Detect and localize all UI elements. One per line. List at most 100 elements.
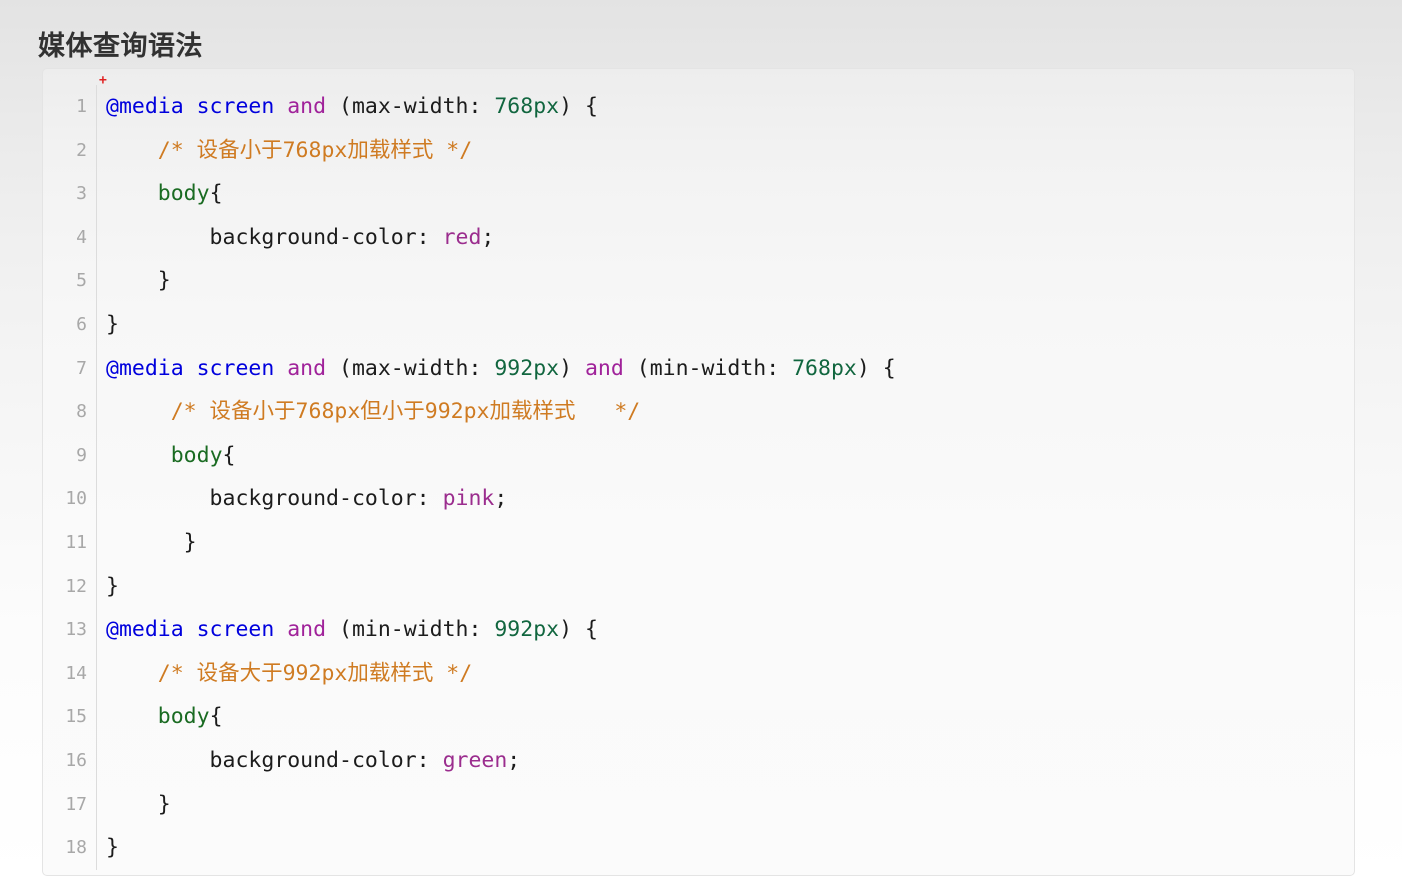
code-token: { (209, 704, 223, 730)
line-number: 18 (65, 837, 87, 859)
code-line: 16 background-color: green; (43, 738, 1354, 783)
code-line: 9 body{ (43, 433, 1354, 478)
line-number: 16 (65, 749, 87, 771)
line-number: 5 (76, 270, 87, 292)
code-token: (max-width: (326, 94, 495, 119)
code-token: : (416, 486, 443, 512)
code-line: 15 body{ (43, 695, 1354, 739)
code-token: body (170, 442, 223, 468)
code-line: 18} (43, 826, 1354, 870)
code-line-text[interactable]: /* 设备大于992px加载样式 */ (96, 651, 1354, 696)
code-token: and (287, 94, 327, 119)
code-token: ) { (559, 617, 598, 643)
code-token: (min-width: (623, 355, 793, 381)
code-token: red (442, 224, 482, 250)
code-line: 10 background-color: pink; (43, 477, 1354, 521)
code-token: ; (481, 224, 495, 250)
code-token: /* 设备小于768px加载样式 */ (106, 137, 473, 163)
code-token: /* 设备大于992px加载样式 */ (106, 660, 473, 686)
code-line: 11 } (43, 520, 1354, 565)
code-token: 992px (494, 355, 560, 381)
code-line-text[interactable]: } (96, 564, 1354, 609)
code-line-text[interactable]: } (96, 782, 1354, 827)
page-title: 媒体查询语法 (38, 31, 203, 62)
line-number: 12 (65, 575, 87, 597)
code-token: pink (442, 486, 495, 512)
code-block-panel: + 1 @media screen and (max-width: 768px) … (42, 68, 1355, 876)
code-line-text[interactable]: body{ (96, 433, 1354, 478)
code-token: /* 设备小于768px但小于992px加载样式 */ (106, 399, 641, 425)
line-number: 3 (76, 183, 87, 205)
code-line: 1 @media screen and (max-width: 768px) { (43, 85, 1354, 129)
line-number: 10 (65, 488, 87, 510)
code-line: 5 } (43, 259, 1354, 303)
code-line-text[interactable]: body{ (96, 172, 1354, 216)
code-token: body (157, 704, 210, 730)
line-number: 14 (65, 662, 87, 684)
code-line: 7 @media screen and (max-width: 992px) an… (43, 346, 1354, 391)
code-token: { (209, 181, 223, 207)
code-token: { (222, 442, 236, 468)
code-line-text[interactable]: body{ (96, 695, 1354, 739)
code-line: 13 @media screen and (min-width: 992px) { (43, 608, 1354, 652)
code-token: background-color (106, 224, 417, 250)
code-line: 4 background-color: red; (43, 215, 1354, 260)
code-token: } (106, 311, 119, 337)
code-token: } (106, 835, 119, 861)
code-line-text[interactable]: /* 设备小于768px加载样式 */ (96, 128, 1354, 173)
line-number: 13 (65, 619, 87, 641)
code-token: ) (559, 355, 585, 381)
code-line-text[interactable]: background-color: green; (96, 738, 1354, 783)
code-line: 14 /* 设备大于992px加载样式 */ (43, 651, 1354, 696)
code-line-text[interactable]: @media screen and (max-width: 992px) and… (96, 346, 1354, 391)
code-token: green (442, 747, 508, 773)
code-line-text[interactable]: } (96, 520, 1354, 565)
code-token: : (416, 224, 443, 250)
code-line: 3 body{ (43, 172, 1354, 216)
code-line-text[interactable]: } (96, 826, 1354, 870)
code-line-text[interactable]: @media screen and (min-width: 992px) { (96, 608, 1354, 652)
code-line: 12} (43, 564, 1354, 609)
code-token: and (584, 355, 624, 381)
line-number: 4 (76, 226, 87, 248)
code-token: } (106, 573, 119, 599)
code-token: body (157, 181, 210, 207)
code-token: @media screen (106, 94, 275, 119)
code-token: and (287, 617, 327, 643)
line-number: 15 (65, 706, 87, 728)
code-line-text[interactable]: @media screen and (max-width: 768px) { (96, 85, 1354, 129)
code-token: } (106, 529, 197, 555)
code-lines-container: 1 @media screen and (max-width: 768px) {2… (43, 85, 1354, 870)
code-line-text[interactable]: } (96, 302, 1354, 347)
code-token: 768px (494, 94, 560, 119)
code-token: 992px (494, 617, 560, 643)
code-line-text[interactable]: /* 设备小于768px但小于992px加载样式 */ (96, 390, 1354, 434)
code-line-text[interactable]: background-color: red; (96, 215, 1354, 260)
code-token: ) { (856, 355, 896, 381)
code-line: 6} (43, 302, 1354, 347)
code-token: ; (507, 747, 521, 773)
code-token: (max-width: (326, 355, 495, 381)
code-line-text[interactable]: } (96, 259, 1354, 303)
code-token: background-color (106, 747, 417, 773)
page-root: 媒体查询语法 + 1 @media screen and (max-width: … (0, 0, 1402, 883)
code-token: @media screen (106, 617, 275, 643)
line-number: 8 (76, 401, 87, 423)
code-line-text[interactable]: background-color: pink; (96, 477, 1354, 521)
line-number: 6 (76, 313, 87, 335)
code-token: and (287, 355, 327, 381)
code-token: } (106, 268, 171, 294)
line-number: 9 (76, 444, 87, 466)
code-token: } (106, 791, 171, 817)
code-token: @media screen (106, 355, 275, 381)
line-number: 17 (65, 793, 87, 815)
code-line: 8 /* 设备小于768px但小于992px加载样式 */ (43, 390, 1354, 434)
line-number: 7 (76, 357, 87, 379)
code-token: : (416, 747, 443, 773)
line-number: 1 (76, 96, 87, 117)
code-token: ) { (559, 94, 598, 119)
